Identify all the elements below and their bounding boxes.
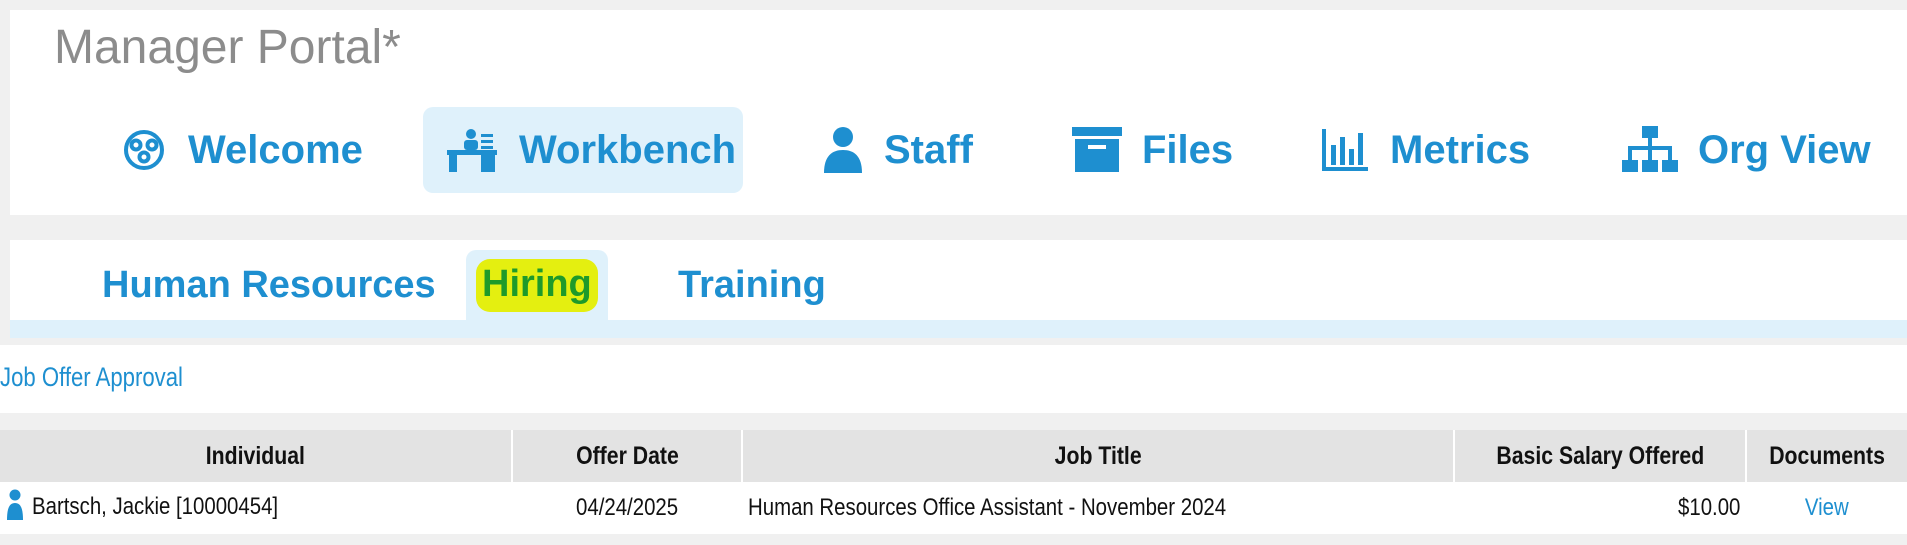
nav-metrics-label: Metrics — [1390, 127, 1531, 172]
cell-individual[interactable]: Bartsch, Jackie [10000454] — [0, 482, 512, 534]
job-offer-approval-link[interactable]: Job Offer Approval — [0, 362, 183, 393]
cell-documents: View — [1746, 482, 1907, 534]
subtab-training[interactable]: Training — [678, 250, 826, 320]
column-header-job-title[interactable]: Job Title — [742, 430, 1455, 482]
job-offers-table: Individual Offer Date Job Title Basic Sa… — [0, 430, 1907, 545]
cell-salary: $10.00 — [1454, 482, 1746, 534]
column-header-salary[interactable]: Basic Salary Offered — [1454, 430, 1747, 482]
subnav-underline — [10, 320, 1907, 338]
nav-files[interactable]: Files — [1050, 107, 1255, 193]
cell-job-title: Human Resources Office Assistant - Novem… — [742, 482, 1454, 534]
bar-chart-icon — [1320, 127, 1370, 173]
subtab-hiring-label: Hiring — [476, 258, 598, 312]
nav-metrics[interactable]: Metrics — [1298, 107, 1552, 193]
view-documents-link[interactable]: View — [1805, 494, 1849, 522]
cell-offer-date: 04/24/2025 — [512, 482, 742, 534]
subtab-human-resources-label: Human Resources — [102, 263, 436, 306]
nav-workbench-label: Workbench — [519, 127, 737, 172]
person-icon — [822, 126, 864, 174]
nav-files-label: Files — [1142, 127, 1234, 172]
section-strip — [0, 345, 1907, 413]
nav-welcome-label: Welcome — [188, 127, 363, 172]
page-title: Manager Portal* — [54, 21, 401, 74]
person-icon — [6, 489, 24, 528]
subtab-hiring[interactable]: Hiring — [466, 250, 608, 320]
subtab-human-resources[interactable]: Human Resources — [102, 250, 436, 320]
org-chart-icon — [1622, 126, 1678, 174]
subtab-training-label: Training — [678, 263, 826, 306]
workbench-desk-icon — [445, 126, 499, 174]
nav-workbench[interactable]: Workbench — [423, 107, 743, 193]
column-header-offer-date[interactable]: Offer Date — [512, 430, 743, 482]
nav-staff[interactable]: Staff — [800, 107, 995, 193]
nav-org-view-label: Org View — [1698, 127, 1871, 172]
nav-org-view[interactable]: Org View — [1600, 107, 1893, 193]
column-header-documents[interactable]: Documents — [1746, 430, 1907, 482]
nav-welcome[interactable]: Welcome — [98, 107, 385, 193]
group-icon — [120, 126, 168, 174]
archive-box-icon — [1072, 127, 1122, 173]
table-row[interactable]: Bartsch, Jackie [10000454] 04/24/2025 Hu… — [0, 482, 1907, 534]
nav-staff-label: Staff — [884, 127, 973, 172]
table-header-row: Individual Offer Date Job Title Basic Sa… — [0, 430, 1907, 482]
column-header-individual[interactable]: Individual — [0, 430, 513, 482]
individual-name: Bartsch, Jackie [10000454] — [32, 493, 279, 521]
